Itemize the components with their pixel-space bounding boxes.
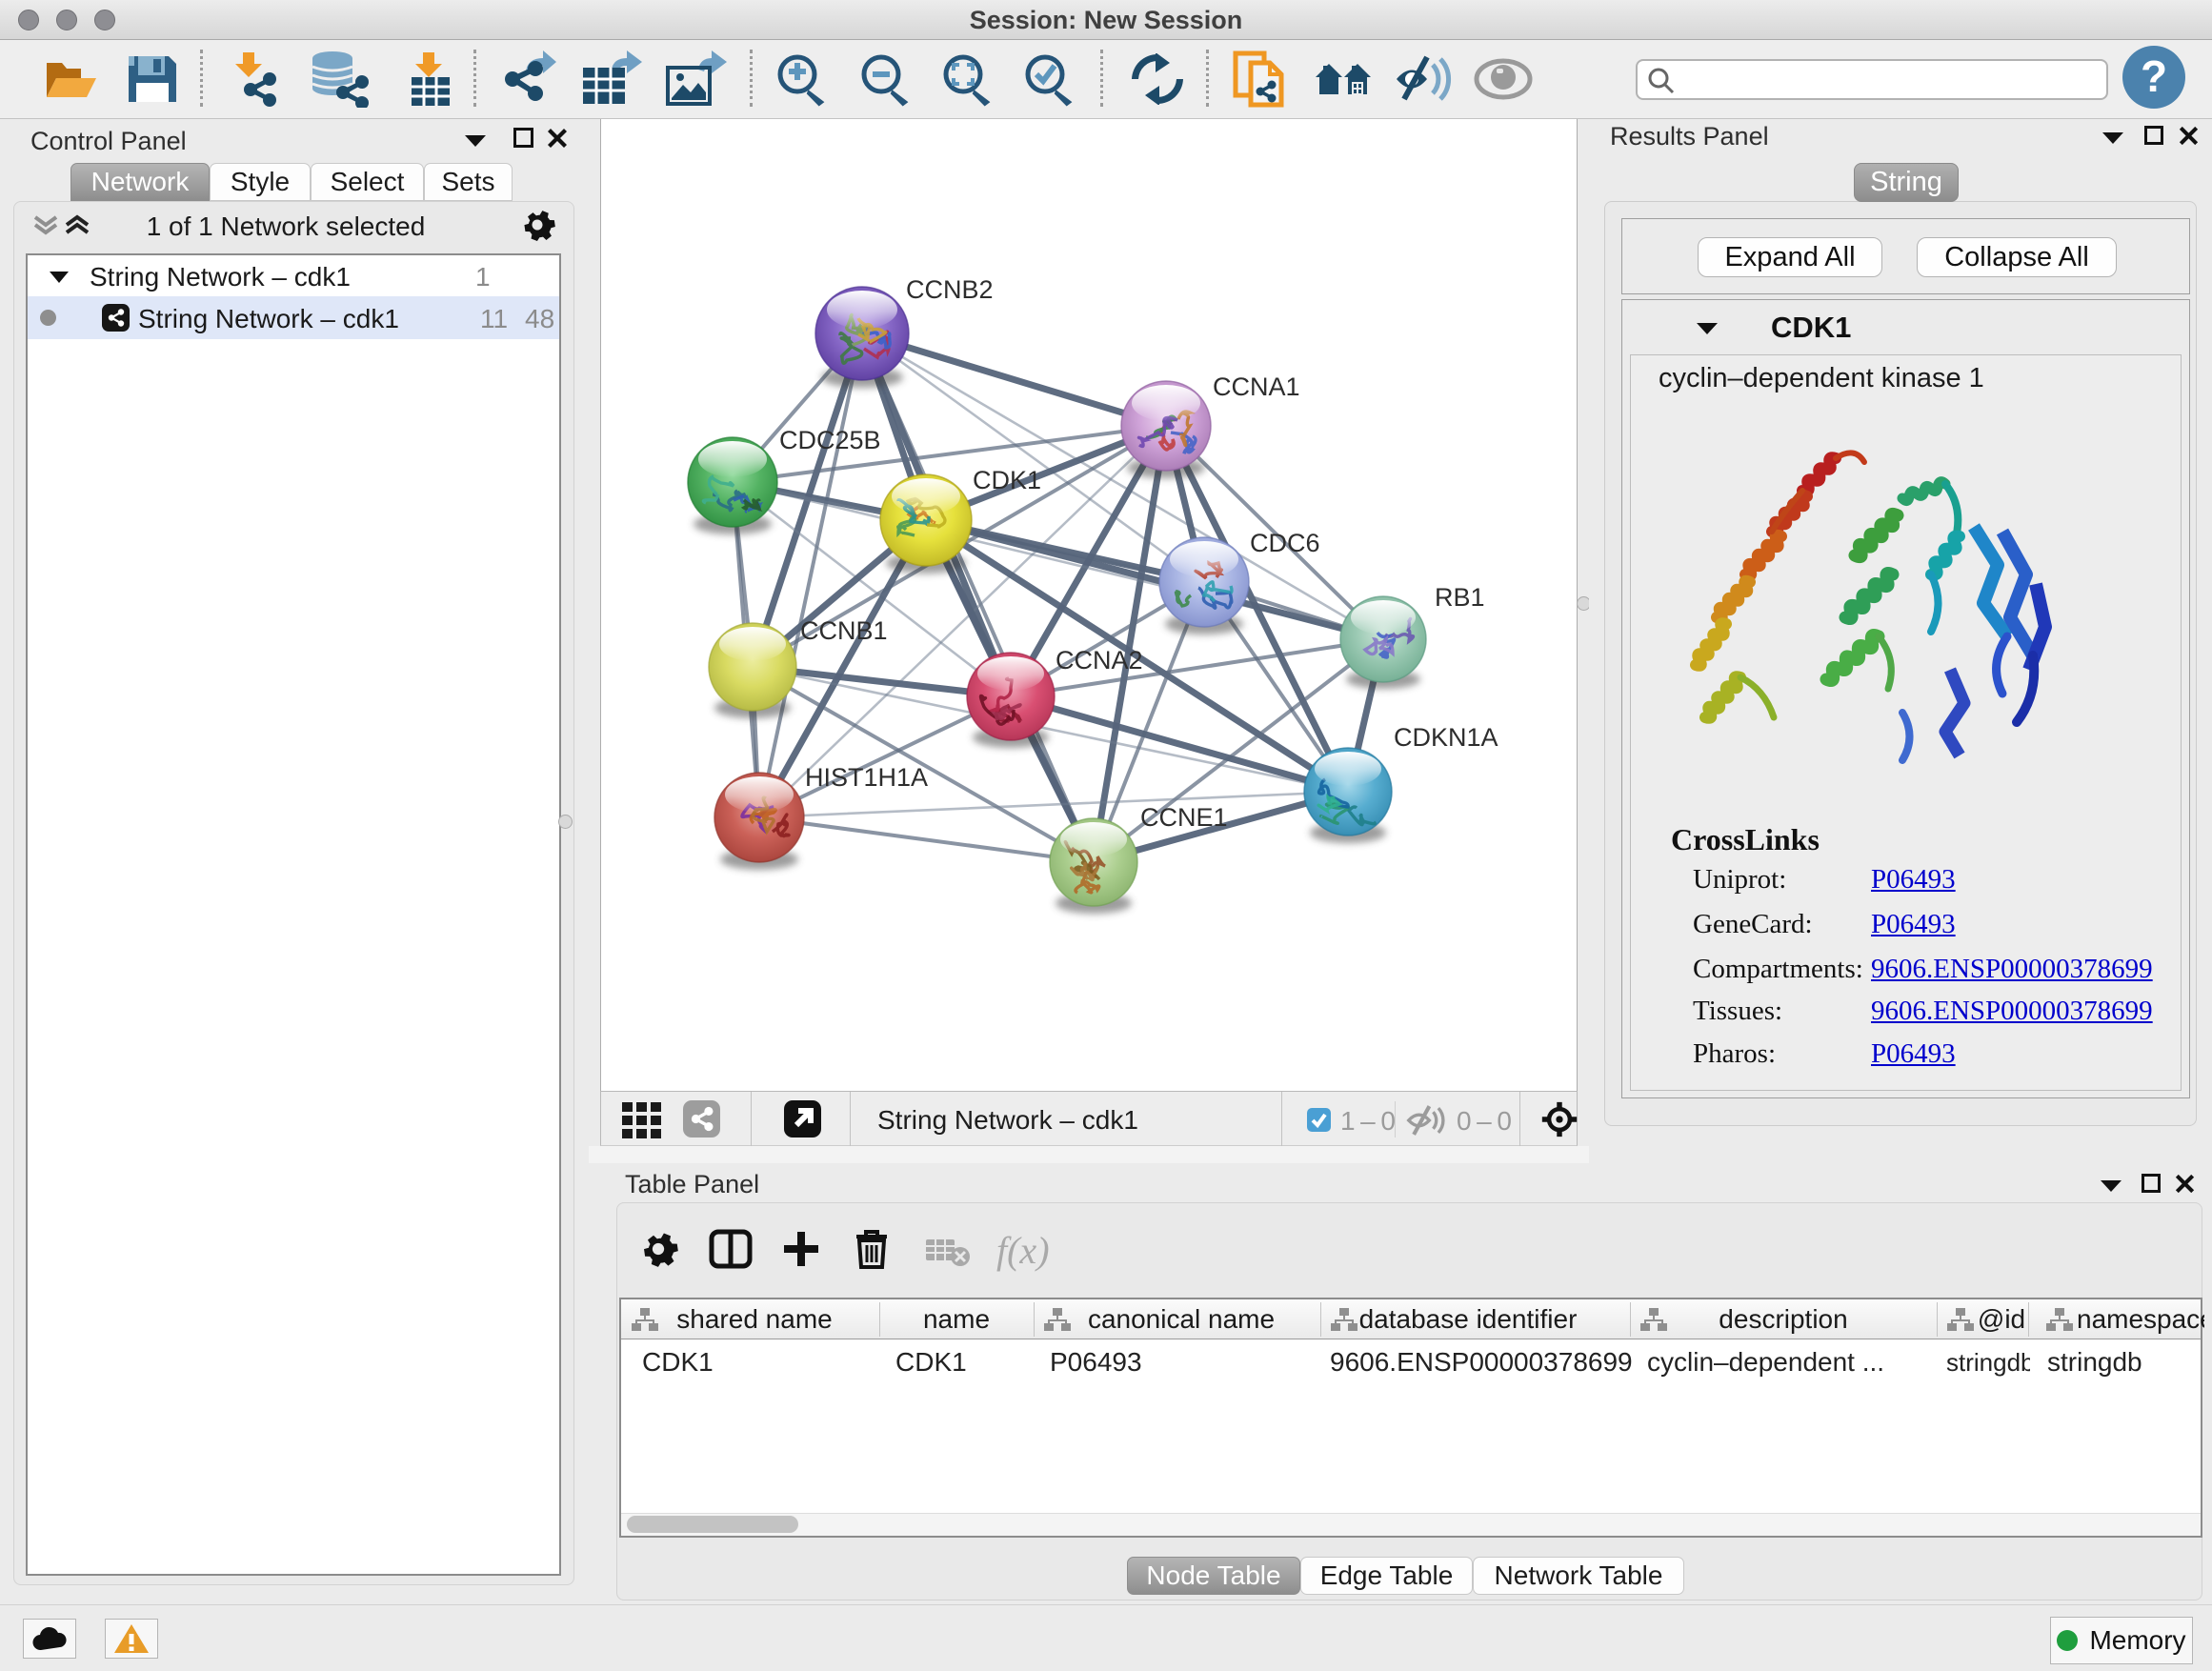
svg-text:CCNE1: CCNE1: [1140, 803, 1228, 832]
svg-text:CDK1: CDK1: [973, 466, 1041, 494]
svg-text:CCNA2: CCNA2: [1056, 646, 1143, 674]
svg-text:CDC6: CDC6: [1250, 529, 1320, 557]
svg-text:HIST1H1A: HIST1H1A: [805, 763, 928, 792]
svg-text:CDKN1A: CDKN1A: [1394, 723, 1498, 752]
svg-text:CCNA1: CCNA1: [1213, 372, 1300, 401]
svg-text:CDC25B: CDC25B: [779, 426, 881, 454]
svg-text:CCNB1: CCNB1: [800, 616, 888, 645]
svg-text:?: ?: [2141, 51, 2167, 101]
svg-text:RB1: RB1: [1435, 583, 1485, 612]
svg-text:CCNB2: CCNB2: [906, 275, 994, 304]
